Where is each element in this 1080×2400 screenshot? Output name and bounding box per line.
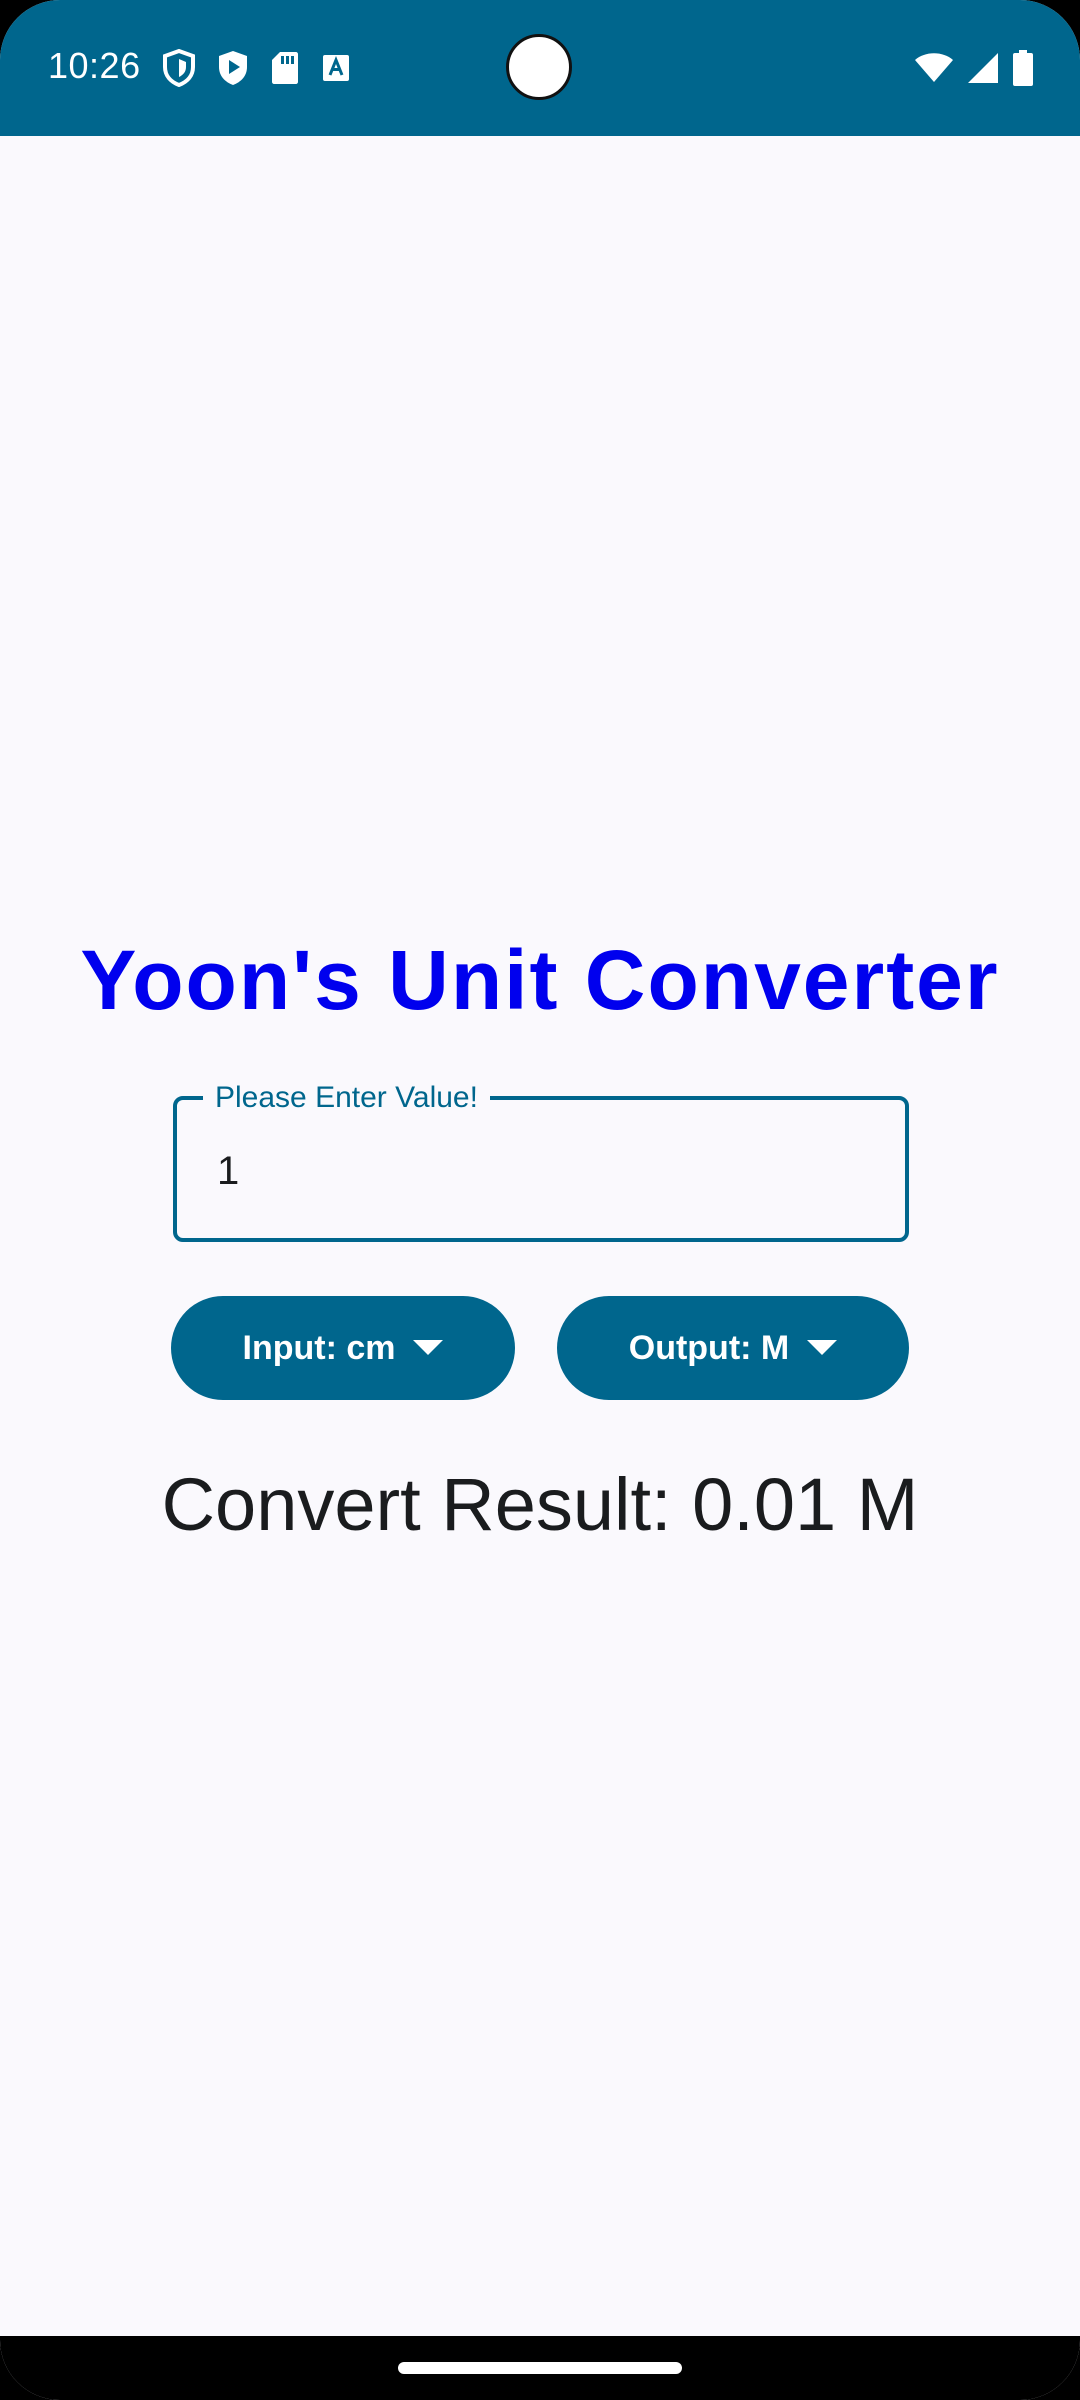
status-bar: 10:26 [0, 0, 1080, 136]
sd-card-icon [270, 50, 300, 86]
status-time: 10:26 [48, 45, 141, 86]
camera-cutout [506, 34, 572, 100]
app-title: Yoon's Unit Converter [80, 933, 1000, 1027]
wifi-icon [914, 52, 954, 84]
input-unit-dropdown-button[interactable]: Input: cm [171, 1296, 515, 1400]
status-notification-icons [162, 48, 352, 88]
arrow-drop-down-icon [807, 1340, 838, 1356]
play-shield-icon [216, 49, 250, 87]
text-a-icon [320, 52, 352, 84]
value-input-label: Please Enter Value! [203, 1078, 490, 1118]
shield-outline-icon [162, 49, 196, 87]
value-input-text[interactable]: 1 [217, 1146, 239, 1196]
convert-result-text: Convert Result: 0.01 M [161, 1463, 919, 1546]
home-gesture-handle[interactable] [398, 2362, 682, 2374]
output-unit-label: Output: M [628, 1328, 790, 1367]
app-screen: 10:26 Yoon's Unit Converter Please Enter… [0, 0, 1080, 2400]
output-unit-dropdown-button[interactable]: Output: M [557, 1296, 909, 1400]
arrow-drop-down-icon [413, 1340, 444, 1356]
battery-icon [1012, 50, 1034, 86]
input-unit-label: Input: cm [242, 1328, 396, 1367]
value-input-field[interactable]: Please Enter Value! 1 [173, 1078, 909, 1242]
signal-icon [966, 51, 1000, 85]
status-system-icons [914, 48, 1034, 88]
